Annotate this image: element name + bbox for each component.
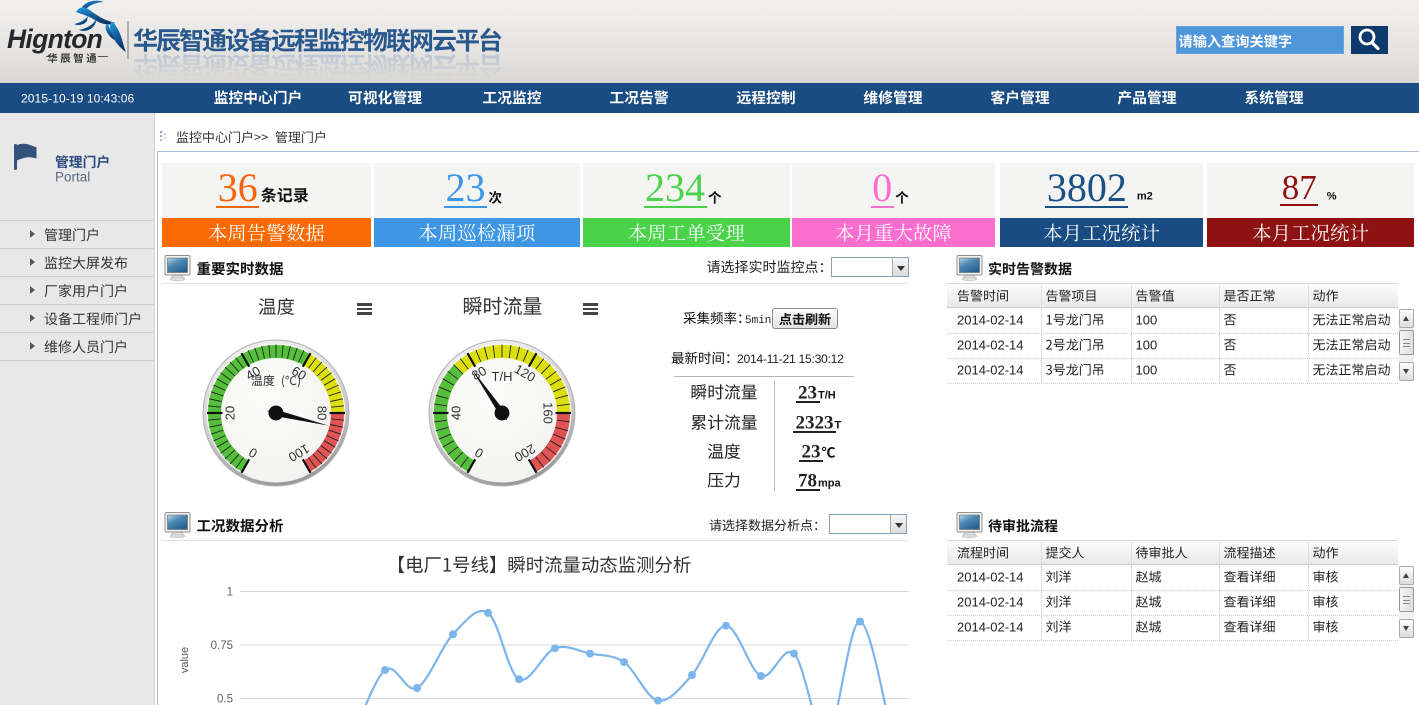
svg-text:40: 40: [448, 406, 463, 420]
svg-text:1: 1: [227, 587, 233, 599]
svg-text:20: 20: [222, 406, 237, 420]
svg-text:0.75: 0.75: [211, 640, 233, 652]
svg-text:0.5: 0.5: [217, 694, 233, 705]
svg-text:value: value: [179, 647, 191, 673]
svg-text:80: 80: [315, 406, 330, 420]
svg-text:160: 160: [541, 402, 556, 424]
